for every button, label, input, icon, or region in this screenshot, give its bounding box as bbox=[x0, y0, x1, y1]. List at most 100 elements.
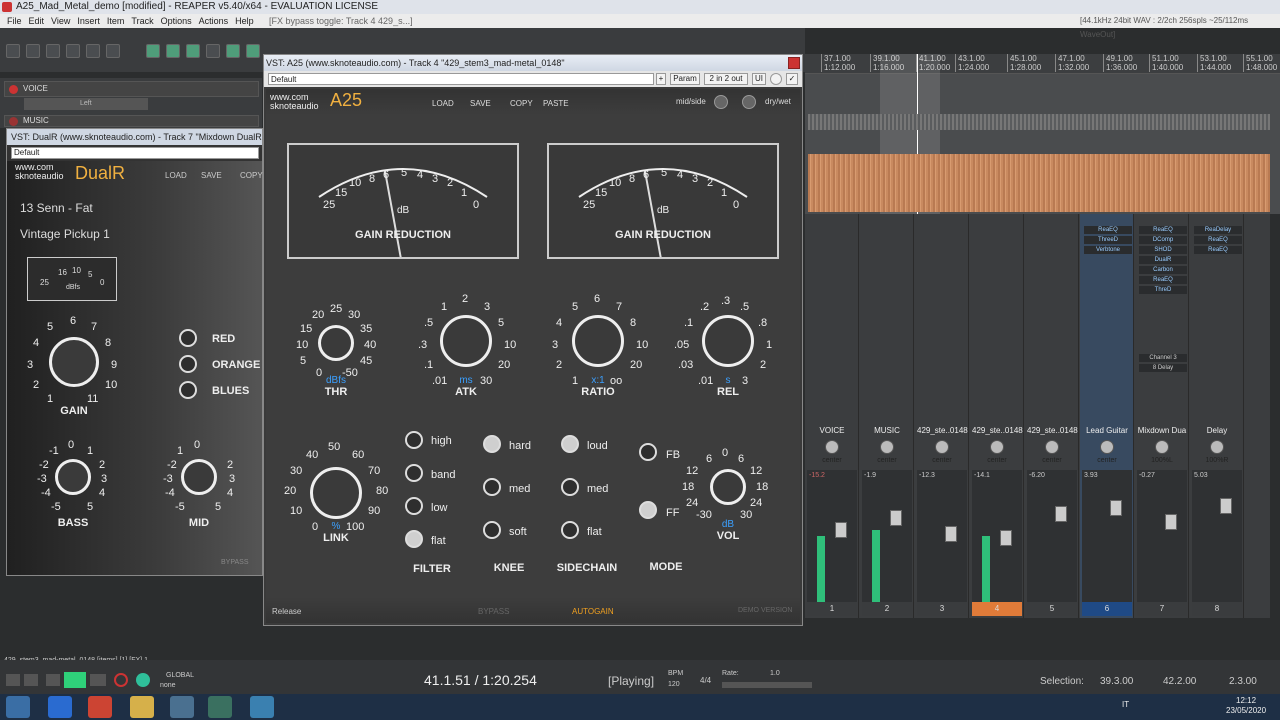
fx-slot[interactable]: ReaDelay bbox=[1194, 226, 1242, 234]
pan-knob[interactable] bbox=[1210, 440, 1224, 454]
menu-help[interactable]: Help bbox=[235, 16, 254, 26]
ripple-icon[interactable] bbox=[146, 44, 160, 58]
track-name[interactable]: VOICE bbox=[23, 84, 48, 93]
ratio-knob[interactable] bbox=[572, 315, 624, 367]
dualr-bypass-button[interactable]: BYPASS bbox=[221, 559, 249, 566]
filter-flat-toggle[interactable] bbox=[405, 530, 423, 548]
channel-name[interactable]: 429_ste..0148 bbox=[917, 426, 968, 435]
clock-time[interactable]: 12:12 bbox=[1236, 696, 1256, 705]
channel-name[interactable]: Mixdown Dua bbox=[1137, 426, 1187, 435]
menu-track[interactable]: Track bbox=[131, 16, 153, 26]
fx-slot[interactable]: ReaEQ bbox=[1084, 226, 1132, 234]
pan-selector[interactable]: Left bbox=[24, 98, 148, 110]
record-arm-icon[interactable] bbox=[9, 85, 18, 94]
filter-high-toggle[interactable] bbox=[405, 431, 423, 449]
send-slot[interactable]: Channel 3 bbox=[1139, 354, 1187, 362]
mode-fb-toggle[interactable] bbox=[639, 443, 657, 461]
pan-knob[interactable] bbox=[990, 440, 1004, 454]
channel-name[interactable]: MUSIC bbox=[862, 426, 912, 435]
app-icon[interactable] bbox=[170, 696, 194, 718]
fx-slot[interactable]: ReaEQ bbox=[1139, 276, 1187, 284]
a25-bypass-button[interactable]: BYPASS bbox=[478, 607, 509, 616]
stop-icon[interactable] bbox=[46, 674, 60, 686]
ui-button[interactable]: UI bbox=[752, 73, 766, 85]
tone-orange-toggle[interactable] bbox=[179, 355, 197, 373]
a25-paste-button[interactable]: PASTE bbox=[543, 99, 569, 108]
menu-edit[interactable]: Edit bbox=[29, 16, 45, 26]
volume-fader[interactable] bbox=[1000, 530, 1012, 546]
mode-ff-toggle[interactable] bbox=[639, 501, 657, 519]
pan-knob[interactable] bbox=[1100, 440, 1114, 454]
fx-slot[interactable]: ThreD bbox=[1139, 286, 1187, 294]
app-icon[interactable] bbox=[250, 696, 274, 718]
selection-length[interactable]: 2.3.00 bbox=[1229, 676, 1257, 687]
ie-icon[interactable] bbox=[48, 696, 72, 718]
audio-item-waveform[interactable] bbox=[808, 154, 1270, 212]
fx-slot[interactable]: ReaEQ bbox=[1194, 236, 1242, 244]
fx-slot[interactable]: DualR bbox=[1139, 256, 1187, 264]
pause-icon[interactable] bbox=[90, 674, 106, 686]
sidechain-med-toggle[interactable] bbox=[561, 478, 579, 496]
channel-name[interactable]: 429_ste..0148 bbox=[972, 426, 1023, 435]
volume-fader[interactable] bbox=[890, 510, 902, 526]
midside-knob[interactable] bbox=[714, 95, 728, 109]
fx-slot[interactable]: ReaEQ bbox=[1194, 246, 1242, 254]
a25-preset-select[interactable]: Default bbox=[268, 73, 654, 85]
send-slot[interactable]: 8 Delay bbox=[1139, 364, 1187, 372]
channel-name[interactable]: 429_ste..0148 bbox=[1027, 426, 1078, 435]
record-icon[interactable] bbox=[114, 673, 128, 687]
track-music[interactable]: MUSIC bbox=[4, 115, 259, 127]
grid-icon[interactable] bbox=[166, 44, 180, 58]
menu-actions[interactable]: Actions bbox=[199, 16, 229, 26]
atk-knob[interactable] bbox=[440, 315, 492, 367]
knee-med-toggle[interactable] bbox=[483, 478, 501, 496]
timeline-ruler[interactable]: 37.1.00 1:12.000 39.1.00 1:16.000 41.1.00 1… bbox=[805, 54, 1280, 74]
dualr-window-title[interactable]: VST: DualR (www.sknoteaudio.com) - Track… bbox=[7, 129, 262, 145]
track-number[interactable]: 8 bbox=[1192, 602, 1242, 616]
menu-file[interactable]: File bbox=[7, 16, 22, 26]
dualr-gain-knob[interactable] bbox=[49, 337, 99, 387]
channel-name[interactable]: Lead Guitar bbox=[1082, 426, 1132, 435]
knee-soft-toggle[interactable] bbox=[483, 521, 501, 539]
pan-knob[interactable] bbox=[880, 440, 894, 454]
pan-knob[interactable] bbox=[825, 440, 839, 454]
filter-band-toggle[interactable] bbox=[405, 464, 423, 482]
a25-copy-button[interactable]: COPY bbox=[510, 99, 533, 108]
io-button[interactable]: 2 in 2 out bbox=[704, 73, 748, 85]
track-number[interactable]: 6 bbox=[1082, 602, 1132, 616]
lock-icon[interactable] bbox=[226, 44, 240, 58]
thr-knob[interactable] bbox=[318, 325, 354, 361]
add-preset-button[interactable]: + bbox=[656, 73, 666, 85]
a25-window-title[interactable]: VST: A25 (www.sknoteaudio.com) - Track 4… bbox=[264, 55, 802, 71]
repeat-icon[interactable] bbox=[136, 673, 150, 687]
volume-fader[interactable] bbox=[1165, 514, 1177, 530]
redo-icon[interactable] bbox=[106, 44, 120, 58]
sidechain-loud-toggle[interactable] bbox=[561, 435, 579, 453]
tone-red-toggle[interactable] bbox=[179, 329, 197, 347]
pan-knob[interactable] bbox=[1045, 440, 1059, 454]
menu-item[interactable]: Item bbox=[107, 16, 125, 26]
sidechain-flat-toggle[interactable] bbox=[561, 521, 579, 539]
filter-low-toggle[interactable] bbox=[405, 497, 423, 515]
time-position[interactable]: 41.1.51 / 1:20.254 bbox=[424, 672, 537, 688]
new-project-icon[interactable] bbox=[6, 44, 20, 58]
dualr-save-button[interactable]: SAVE bbox=[201, 171, 222, 180]
drywet-knob[interactable] bbox=[742, 95, 756, 109]
selection-start[interactable]: 39.3.00 bbox=[1100, 676, 1133, 687]
volume-fader[interactable] bbox=[835, 522, 847, 538]
tone-blues-toggle[interactable] bbox=[179, 381, 197, 399]
save-icon[interactable] bbox=[46, 44, 60, 58]
menu-insert[interactable]: Insert bbox=[77, 16, 100, 26]
fx-slot[interactable]: SHOD bbox=[1139, 246, 1187, 254]
fx-slot[interactable]: Carbon bbox=[1139, 266, 1187, 274]
track-number[interactable]: 1 bbox=[807, 602, 857, 616]
dualr-load-button[interactable]: LOAD bbox=[165, 171, 187, 180]
reaper-taskbar-icon[interactable] bbox=[208, 696, 232, 718]
vol-knob[interactable] bbox=[710, 469, 746, 505]
a25-save-button[interactable]: SAVE bbox=[470, 99, 491, 108]
param-button[interactable]: Param bbox=[670, 73, 700, 85]
track-number[interactable]: 3 bbox=[917, 602, 967, 616]
fx-slot[interactable]: DComp bbox=[1139, 236, 1187, 244]
pan-knob[interactable] bbox=[935, 440, 949, 454]
language-indicator[interactable]: IT bbox=[1122, 700, 1129, 709]
